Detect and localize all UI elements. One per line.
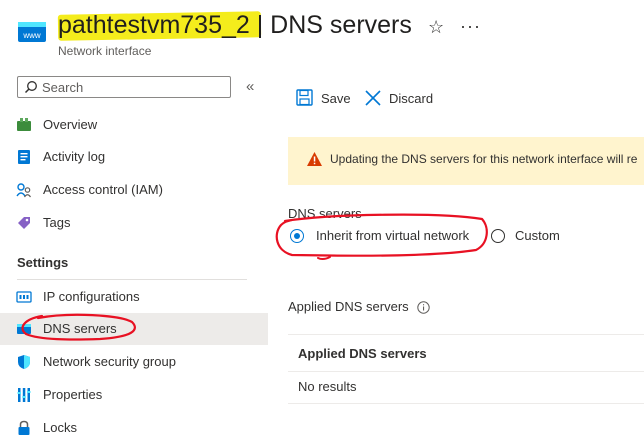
page-title: pathtestvm735_2 | DNS servers (58, 11, 412, 39)
sidebar-item-tags[interactable]: Tags (0, 207, 268, 239)
sidebar-item-network-security-group[interactable]: Network security group (0, 346, 268, 378)
section-divider (17, 279, 247, 280)
overview-icon (16, 117, 32, 133)
search-icon (24, 80, 38, 94)
resource-type: Network interface (58, 44, 152, 58)
warning-text: Updating the DNS servers for this networ… (330, 152, 638, 166)
inherit-radio-label: Inherit from virtual network (316, 228, 470, 243)
shield-icon (16, 354, 32, 370)
sidebar-item-ip-configurations[interactable]: IP configurations (0, 281, 268, 313)
table-row: No results (288, 370, 644, 404)
custom-radio-label: Custom (515, 228, 560, 243)
search-input[interactable]: Search (17, 76, 231, 98)
tag-icon (16, 215, 32, 231)
collapse-sidebar-icon[interactable]: « (246, 78, 254, 95)
applied-dns-label: Applied DNS servers (288, 299, 409, 314)
sidebar-item-properties[interactable]: Properties (0, 379, 268, 411)
settings-section-header: Settings (17, 255, 69, 270)
info-icon[interactable] (417, 301, 430, 314)
sidebar-item-access-control[interactable]: Access control (IAM) (0, 174, 268, 206)
people-icon (16, 182, 32, 198)
favorite-star-icon[interactable]: ☆ (428, 17, 444, 38)
properties-icon (16, 387, 32, 403)
save-icon (296, 89, 313, 111)
sidebar-item-activity-log[interactable]: Activity log (0, 141, 268, 173)
dns-icon (16, 321, 32, 337)
ip-config-icon (16, 289, 32, 305)
search-placeholder: Search (42, 80, 84, 95)
dns-servers-label: DNS servers (288, 206, 362, 221)
sidebar-item-dns-servers[interactable]: DNS servers (0, 313, 268, 345)
annotation-tick (317, 256, 331, 261)
sidebar-item-locks[interactable]: Locks (0, 412, 268, 444)
svg-text:www: www (22, 31, 41, 40)
warning-banner: Updating the DNS servers for this networ… (288, 137, 644, 185)
empty-results-text: No results (298, 379, 357, 394)
radio-unchecked-icon (491, 229, 505, 243)
activity-log-icon (16, 149, 32, 165)
radio-checked-icon (290, 229, 304, 243)
column-header: Applied DNS servers (298, 346, 427, 361)
more-options-icon[interactable]: ··· (460, 16, 481, 37)
warning-icon (306, 151, 323, 172)
close-icon (364, 89, 382, 112)
lock-icon (16, 420, 32, 436)
sidebar-item-overview[interactable]: Overview (0, 109, 268, 141)
network-interface-icon: www (18, 18, 46, 46)
table-header: Applied DNS servers (288, 334, 644, 372)
